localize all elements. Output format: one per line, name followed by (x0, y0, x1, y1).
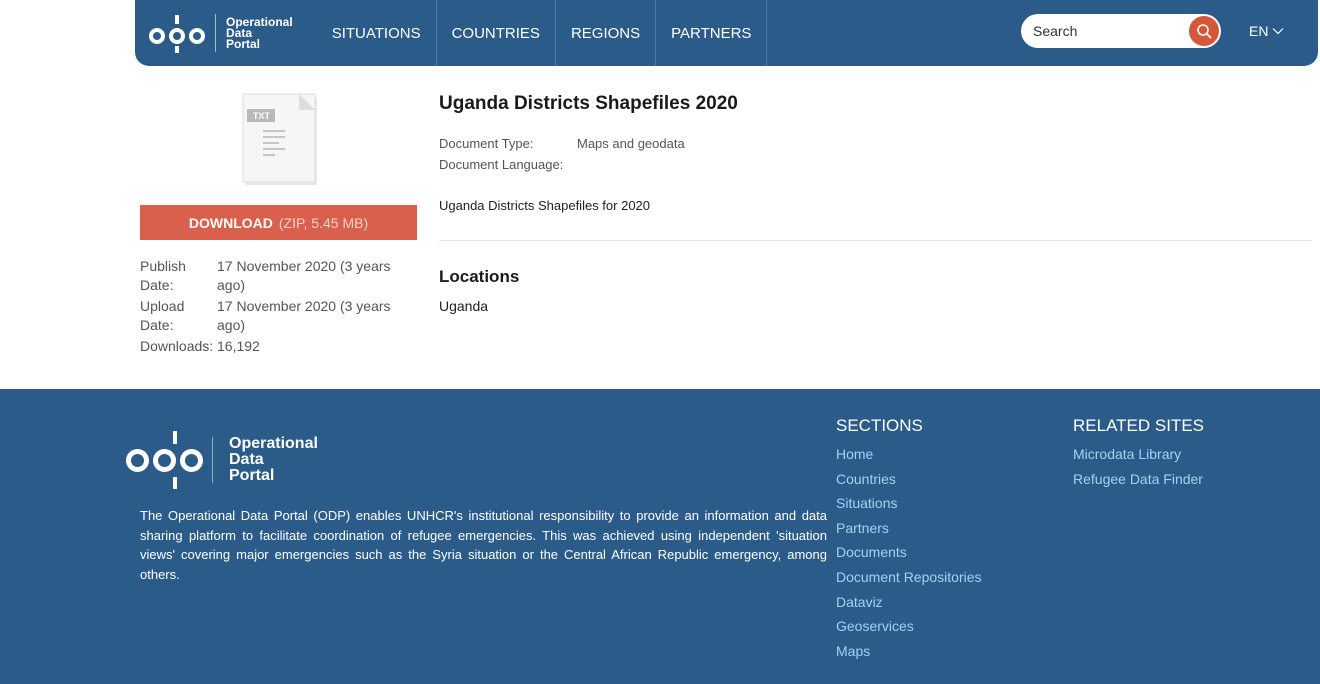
meta-label: Publish Date: (140, 258, 186, 293)
footer-link-partners[interactable]: Partners (836, 516, 982, 541)
footer-link-dataviz[interactable]: Dataviz (836, 590, 982, 615)
meta-label: Upload Date: (140, 298, 185, 333)
footer-link-document-repositories[interactable]: Document Repositories (836, 565, 982, 590)
locations-heading: Locations (439, 267, 520, 286)
footer-logo[interactable]: Operational Data Portal (126, 429, 318, 491)
svg-text:TXT: TXT (253, 111, 271, 121)
upload-date-row: Upload Date: 17 November 2020 (3 years a… (140, 297, 420, 335)
nav-partners[interactable]: PARTNERS (655, 0, 768, 66)
document-properties: Document Type: Maps and geodata Document… (439, 133, 685, 175)
odp-logo[interactable]: Operational Data Portal (149, 0, 293, 66)
odp-logo-icon (149, 13, 207, 53)
search-icon (1197, 24, 1212, 39)
language-selector[interactable]: EN (1249, 23, 1284, 39)
document-language-label: Document Language: (439, 157, 564, 172)
nav-countries[interactable]: COUNTRIES (435, 0, 555, 66)
chevron-down-icon (1273, 28, 1284, 35)
odp-logo-icon (126, 429, 206, 491)
footer-link-home[interactable]: Home (836, 442, 982, 467)
footer-link-microdata-library[interactable]: Microdata Library (1073, 442, 1204, 467)
meta-value: 17 November 2020 (3 years ago) (217, 258, 391, 293)
download-file-info: (ZIP, 5.45 MB) (278, 214, 369, 231)
document-title: Uganda Districts Shapefiles 2020 (439, 93, 738, 114)
footer-about-text: The Operational Data Portal (ODP) enable… (140, 508, 827, 582)
footer-link-geoservices[interactable]: Geoservices (836, 614, 982, 639)
footer-related-heading: RELATED SITES (1073, 416, 1204, 435)
nav-regions[interactable]: REGIONS (554, 0, 655, 66)
meta-value: 16,192 (217, 338, 260, 354)
document-stats: Publish Date: 17 November 2020 (3 years … (140, 257, 420, 358)
location-item: Uganda (439, 298, 489, 314)
document-type-label: Document Type: (439, 136, 534, 151)
footer-link-refugee-data-finder[interactable]: Refugee Data Finder (1073, 467, 1204, 492)
download-button[interactable]: DOWNLOAD (ZIP, 5.45 MB) (140, 205, 417, 240)
nav-situations[interactable]: SITUATIONS (311, 0, 436, 66)
top-navbar: Operational Data Portal SITUATIONS COUNT… (135, 0, 1318, 66)
downloads-row: Downloads: 16,192 (140, 337, 420, 356)
footer-link-situations[interactable]: Situations (836, 491, 982, 516)
search-box (1021, 14, 1221, 48)
document-type-value: Maps and geodata (577, 136, 685, 151)
search-button[interactable] (1189, 16, 1219, 46)
divider (439, 240, 1312, 241)
main-nav: SITUATIONS COUNTRIES REGIONS PARTNERS (311, 0, 768, 66)
language-label: EN (1249, 23, 1269, 39)
document-description: Uganda Districts Shapefiles for 2020 (439, 198, 651, 213)
footer-link-documents[interactable]: Documents (836, 540, 982, 565)
meta-label: Downloads: (140, 338, 214, 354)
meta-value: 17 November 2020 (3 years ago) (217, 298, 391, 333)
download-label: DOWNLOAD (188, 214, 273, 231)
publish-date-row: Publish Date: 17 November 2020 (3 years … (140, 257, 420, 295)
document-file-icon: TXT (241, 92, 319, 188)
footer-sections-heading: SECTIONS (836, 416, 923, 435)
logo-text: Operational Data Portal (229, 435, 318, 484)
footer-link-countries[interactable]: Countries (836, 467, 982, 492)
footer-sections: SECTIONS Home Countries Situations Partn… (836, 416, 982, 663)
logo-text: Operational Data Portal (226, 14, 293, 51)
search-input[interactable] (1021, 23, 1181, 39)
footer: Operational Data Portal The Operational … (0, 389, 1320, 684)
footer-link-maps[interactable]: Maps (836, 639, 982, 664)
footer-related-sites: RELATED SITES Microdata Library Refugee … (1073, 416, 1204, 491)
